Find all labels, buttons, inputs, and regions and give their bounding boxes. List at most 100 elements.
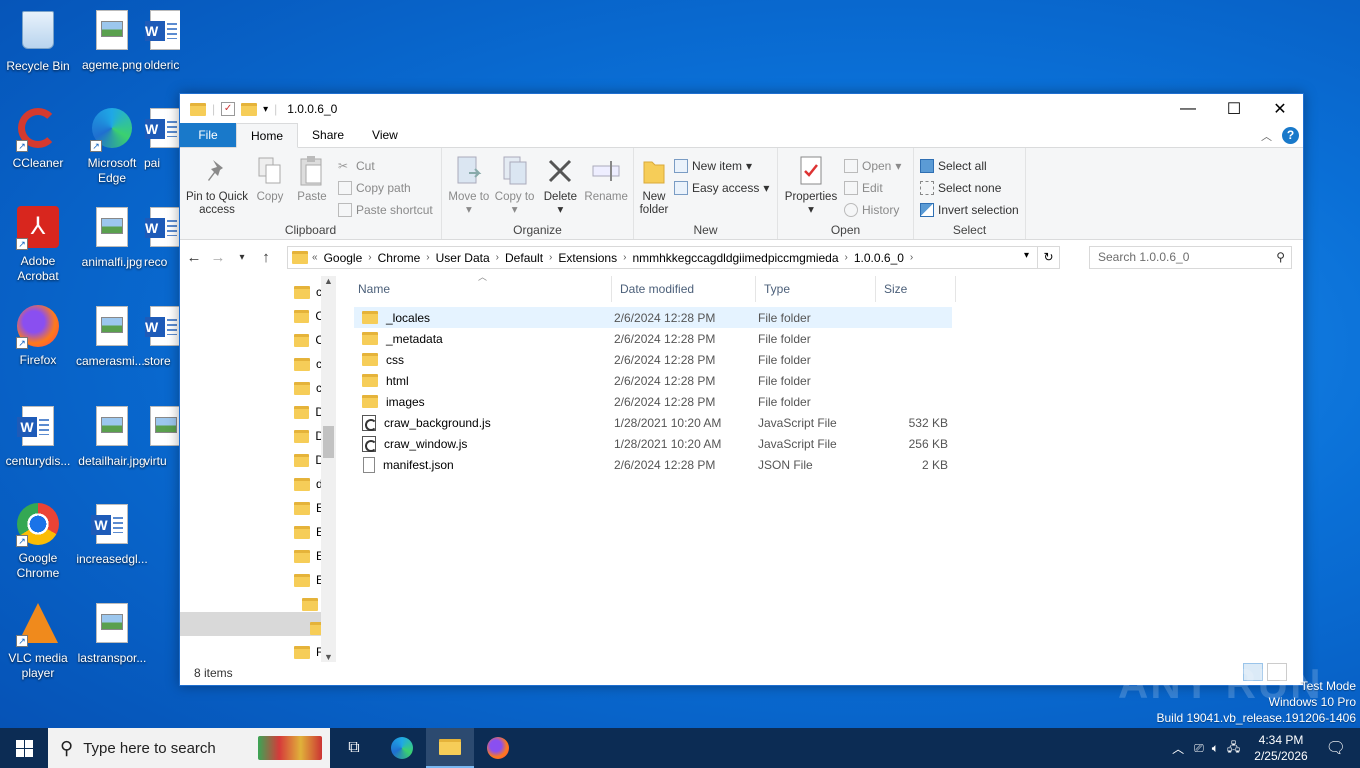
nav-tree-item[interactable]: E (294, 496, 324, 520)
file-explorer-taskbar-icon[interactable] (426, 728, 474, 768)
desktop-icon[interactable]: Wincreasedgl... (74, 502, 150, 567)
new-folder-qa-icon[interactable] (241, 102, 258, 116)
address-dropdown-icon[interactable]: ▾ (1024, 250, 1029, 261)
breadcrumb-item[interactable]: User Data (430, 251, 496, 265)
select-none-button[interactable]: Select none (920, 178, 1019, 197)
desktop-icon[interactable]: virtu (144, 404, 180, 469)
collapse-ribbon-icon[interactable]: ︿ (1261, 128, 1272, 144)
breadcrumb-item[interactable]: nmmhkkegccagdldgiimedpiccmgmieda (626, 251, 844, 265)
minimize-button[interactable]: — (1165, 94, 1211, 124)
cut-button[interactable]: ✂ Cut (338, 156, 433, 175)
title-bar[interactable]: | ✓ ▾ | 1.0.0.6_0 — ☐ ✕ (180, 94, 1303, 124)
breadcrumb-item[interactable]: Chrome (372, 251, 427, 265)
nav-tree-item[interactable]: D (294, 400, 324, 424)
breadcrumb-item[interactable]: Extensions (552, 251, 623, 265)
desktop-icon[interactable]: ↗ VLC media player (0, 601, 76, 681)
file-row[interactable]: _locales 2/6/2024 12:28 PM File folder (354, 307, 952, 328)
help-icon[interactable]: ? (1282, 127, 1299, 144)
nav-tree-item[interactable]: c (294, 280, 324, 304)
open-button[interactable]: Open ▾ (844, 156, 901, 175)
breadcrumb-item[interactable]: 1.0.0.6_0 (848, 251, 910, 265)
nav-tree-item[interactable]: c (294, 352, 324, 376)
properties-qa-icon[interactable]: ✓ (221, 102, 236, 116)
desktop-icon[interactable]: Wreco (144, 205, 180, 270)
back-arrow-icon[interactable]: ← (186, 249, 202, 266)
nav-tree-item[interactable]: D (294, 424, 324, 448)
file-row[interactable]: html 2/6/2024 12:28 PM File folder (354, 370, 952, 391)
maximize-button[interactable]: ☐ (1211, 94, 1257, 124)
nav-tree-item[interactable]: C (294, 304, 324, 328)
recent-locations-chevron-icon[interactable]: ▾ (234, 252, 250, 263)
desktop-icon[interactable]: ↗ Microsoft Edge (74, 106, 150, 186)
desktop-icon[interactable]: detailhair.jpg (74, 404, 150, 469)
nav-tree-item[interactable]: E (294, 520, 324, 544)
nav-tree-item[interactable]: D (294, 448, 324, 472)
nav-tree-item[interactable]: E (294, 568, 324, 592)
start-button[interactable] (0, 728, 48, 768)
desktop-icon[interactable]: ↗ Google Chrome (0, 502, 76, 581)
network-icon[interactable]: 🖧︎ (1223, 738, 1244, 759)
firefox-taskbar-icon[interactable] (474, 728, 522, 768)
desktop-icon[interactable]: lastranspor... (74, 601, 150, 666)
desktop-icon[interactable]: Wstore (144, 304, 180, 369)
desktop-icon[interactable]: Wolderice.rtf (144, 8, 180, 73)
invert-selection-button[interactable]: Invert selection (920, 200, 1019, 219)
clock[interactable]: 4:34 PM 2/25/2026 (1244, 732, 1317, 764)
desktop-icon[interactable]: Wcenturydis... (0, 404, 76, 469)
tab-share[interactable]: Share (298, 123, 358, 147)
edit-button[interactable]: Edit (844, 178, 901, 197)
file-row[interactable]: craw_background.js 1/28/2021 10:20 AM Java… (354, 412, 952, 433)
desktop-icon[interactable]: ↗ CCleaner (0, 106, 76, 171)
easy-access-button[interactable]: Easy access ▾ (674, 178, 769, 197)
breadcrumb-item[interactable]: Default (499, 251, 549, 265)
search-input[interactable]: Search 1.0.0.6_0 ⚲ (1089, 246, 1292, 269)
show-hidden-icons-chevron-icon[interactable]: ︿ (1166, 740, 1190, 757)
select-all-button[interactable]: Select all (920, 156, 1019, 175)
tab-home[interactable]: Home (236, 123, 299, 148)
edge-taskbar-icon[interactable] (378, 728, 426, 768)
address-bar[interactable]: « Google › Chrome › User Data › Default › Extens… (287, 246, 1060, 269)
action-center-icon[interactable]: 🗨︎ (1318, 738, 1360, 758)
desktop-icon[interactable]: camerasmi.... (74, 304, 150, 369)
copy-path-button[interactable]: Copy path (338, 178, 433, 197)
nav-tree-item[interactable]: F (294, 640, 324, 664)
customize-qa-chevron-icon[interactable]: ▾ (263, 104, 268, 115)
file-row[interactable]: images 2/6/2024 12:28 PM File folder (354, 391, 952, 412)
scroll-down-icon[interactable]: ▼ (321, 652, 336, 662)
paste-shortcut-button[interactable]: Paste shortcut (338, 200, 433, 219)
navigation-scrollbar[interactable]: ▲ ▼ (321, 276, 336, 662)
desktop-icon[interactable]: Recycle Bin (0, 8, 76, 74)
volume-icon[interactable]: 🔈︎ (1208, 741, 1223, 756)
desktop-icon[interactable]: ageme.png (74, 8, 150, 73)
file-row[interactable]: css 2/6/2024 12:28 PM File folder (354, 349, 952, 370)
desktop-icon[interactable]: ↗ Firefox (0, 304, 76, 368)
tab-view[interactable]: View (358, 123, 412, 147)
refresh-icon[interactable]: ↻ (1037, 247, 1059, 268)
breadcrumb-chevron-icon[interactable]: › (910, 252, 913, 263)
file-row[interactable]: craw_window.js 1/28/2021 10:20 AM JavaScri… (354, 433, 952, 454)
column-size[interactable]: Size (876, 276, 956, 302)
scroll-up-icon[interactable]: ▲ (321, 276, 336, 286)
file-row[interactable]: _metadata 2/6/2024 12:28 PM File folder (354, 328, 952, 349)
desktop-icon[interactable]: animalfi.jpg (74, 205, 150, 270)
column-date[interactable]: Date modified (612, 276, 756, 302)
close-button[interactable]: ✕ (1257, 94, 1303, 124)
nav-tree-item[interactable]: c (294, 376, 324, 400)
meet-now-icon[interactable]: ⎚ (1190, 741, 1208, 756)
tab-file[interactable]: File (180, 123, 236, 147)
history-button[interactable]: History (844, 200, 901, 219)
desktop-icon[interactable]: Wpai (144, 106, 180, 171)
nav-tree-item[interactable]: d (294, 472, 324, 496)
column-type[interactable]: Type (756, 276, 876, 302)
nav-selected-row[interactable] (180, 612, 321, 636)
nav-tree-item[interactable]: C (294, 328, 324, 352)
file-row[interactable]: manifest.json 2/6/2024 12:28 PM JSON File 2… (354, 454, 952, 475)
new-item-button[interactable]: New item ▾ (674, 156, 769, 175)
up-arrow-icon[interactable]: ↑ (258, 249, 274, 266)
taskbar-search-box[interactable]: ⚲ Type here to search (48, 728, 330, 768)
nav-tree-item[interactable]: E (294, 544, 324, 568)
scroll-thumb[interactable] (323, 426, 334, 458)
task-view-icon[interactable]: ⧉ (330, 728, 378, 768)
forward-arrow-icon[interactable]: → (210, 249, 226, 266)
breadcrumb-item[interactable]: Google (318, 251, 369, 265)
